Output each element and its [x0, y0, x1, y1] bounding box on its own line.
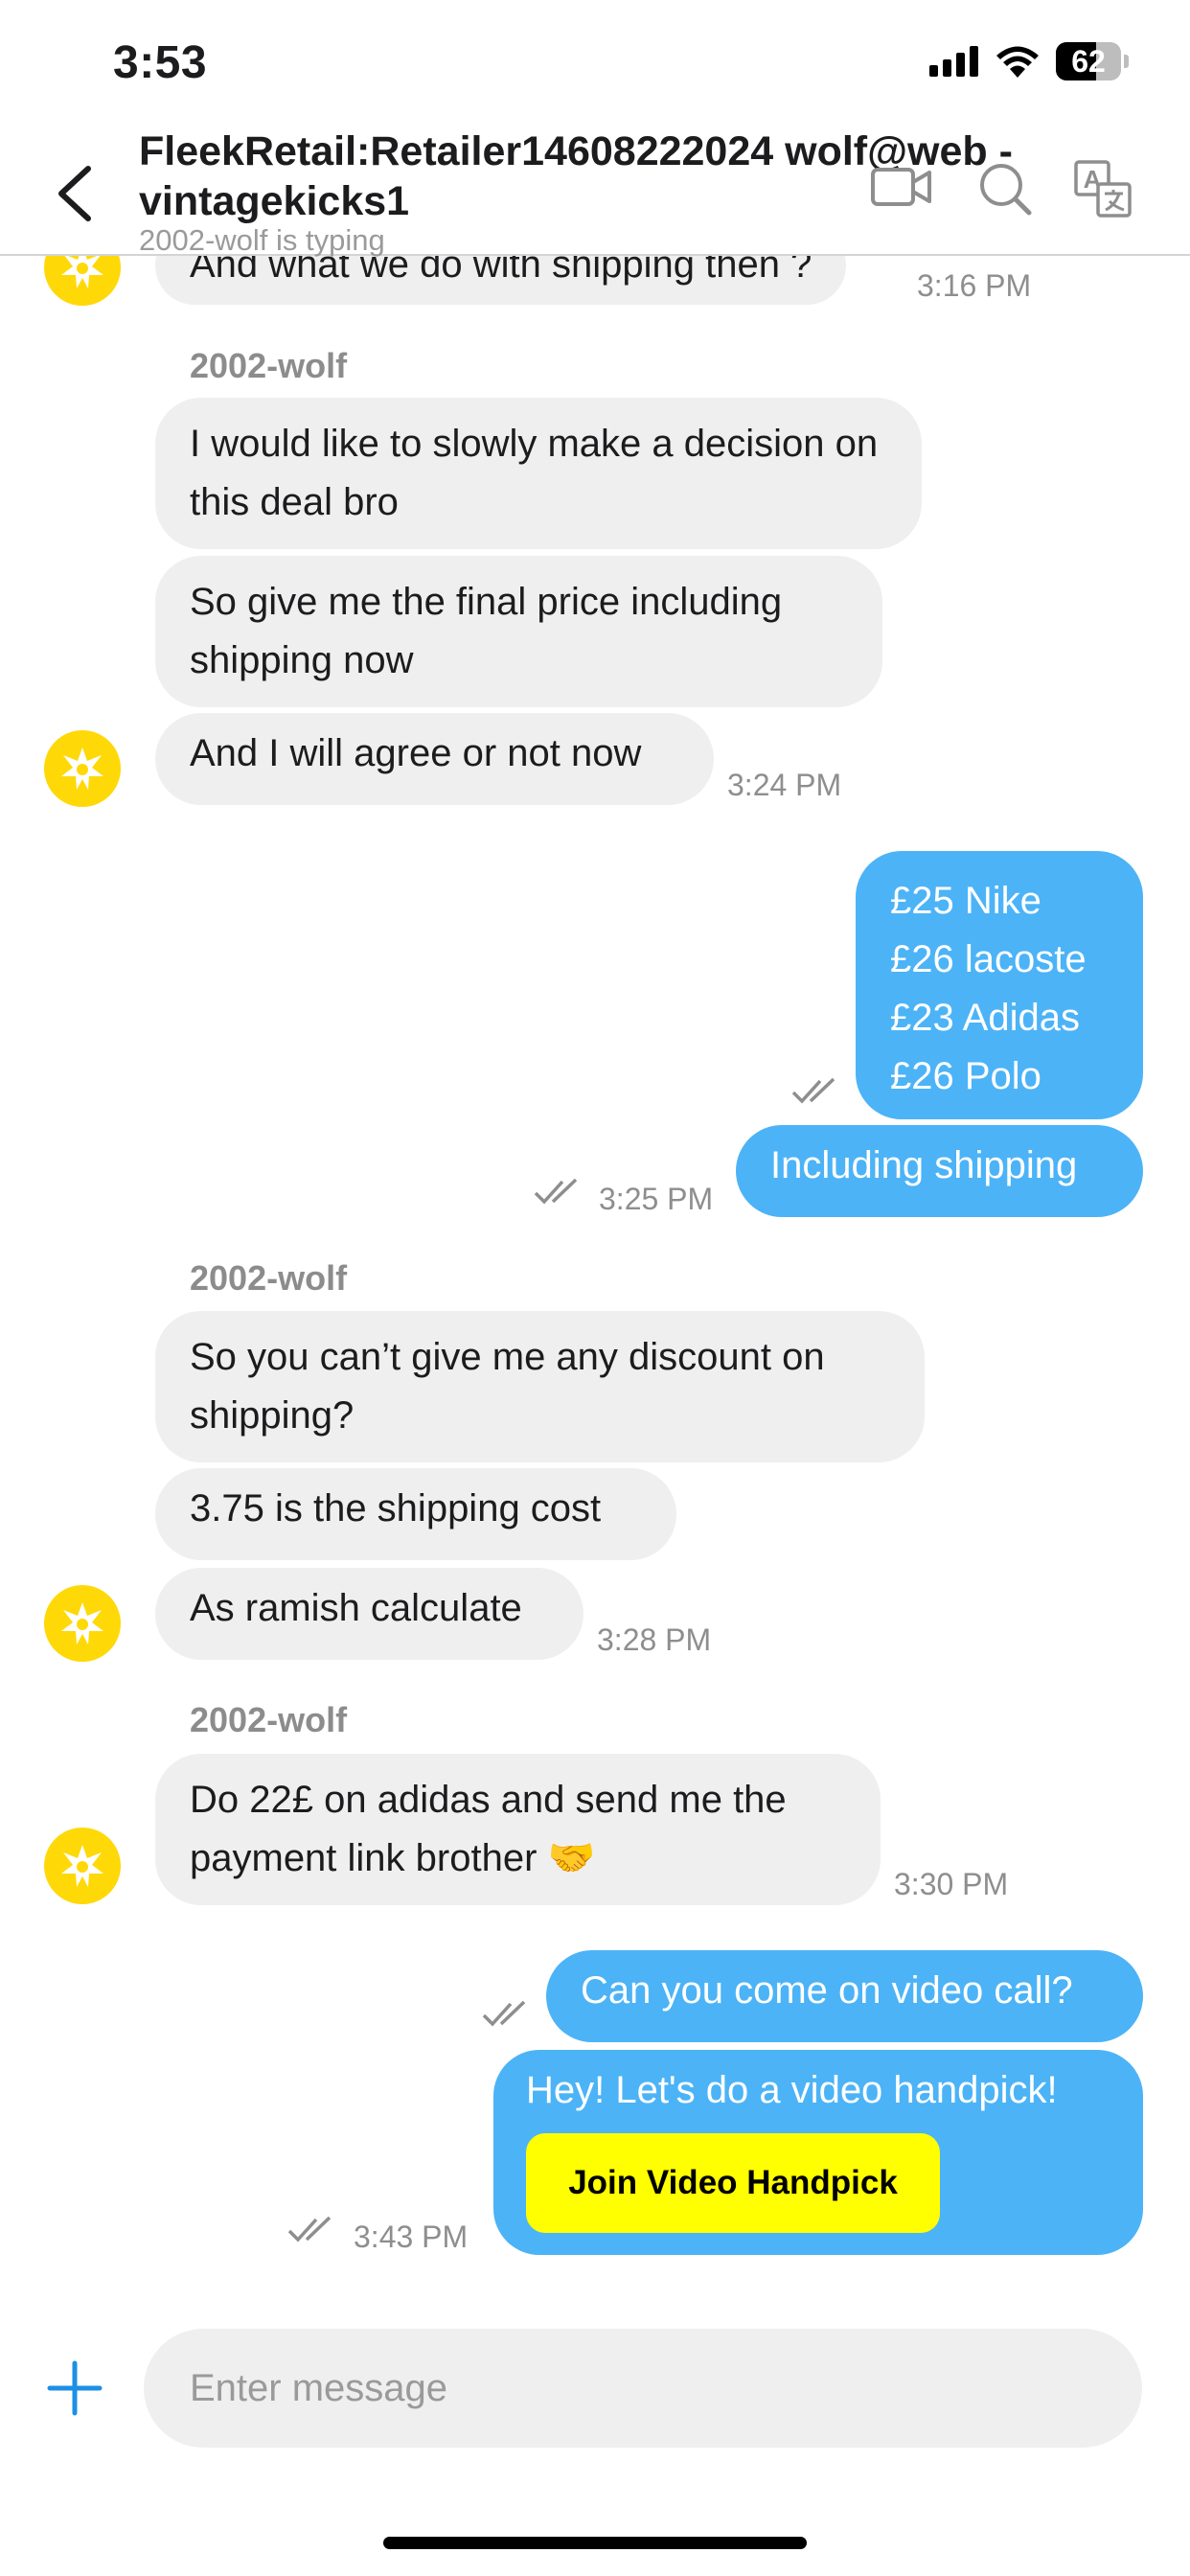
message-time: 3:43 PM	[354, 2220, 469, 2254]
message-time: 3:28 PM	[597, 1622, 712, 1657]
message-time: 3:16 PM	[917, 268, 1032, 303]
message-bubble[interactable]: Do 22£ on adidas and send me the payment…	[155, 1754, 881, 1905]
chat-header: FleekRetail:Retailer14608222024 wolf@web…	[0, 115, 1190, 257]
typing-indicator: 2002-wolf is typing	[139, 223, 385, 257]
message-bubble[interactable]: As ramish calculate	[155, 1568, 584, 1660]
seller-badge-icon	[61, 1845, 103, 1887]
avatar[interactable]	[44, 1828, 121, 1904]
translate-icon[interactable]: A	[1073, 159, 1133, 218]
avatar[interactable]	[44, 730, 121, 807]
read-ticks-icon	[791, 1077, 835, 1104]
seller-badge-icon	[61, 1602, 103, 1644]
sender-name: 2002-wolf	[190, 1258, 348, 1298]
message-bubble[interactable]: So you can’t give me any discount on shi…	[155, 1311, 925, 1462]
home-indicator[interactable]	[383, 2537, 807, 2549]
message-input[interactable]	[144, 2329, 1142, 2448]
video-handpick-card[interactable]: Hey! Let's do a video handpick! Join Vid…	[493, 2050, 1143, 2255]
message-list[interactable]: And what we do with shipping then ? 3:16…	[0, 0, 1190, 2576]
read-ticks-icon	[287, 2216, 332, 2242]
video-camera-icon[interactable]	[870, 165, 933, 209]
message-bubble-outgoing[interactable]: £25 Nike £26 lacoste £23 Adidas £26 Polo	[856, 851, 1143, 1119]
video-handpick-text: Hey! Let's do a video handpick!	[526, 2069, 1058, 2111]
message-bubble-outgoing[interactable]: Can you come on video call?	[546, 1950, 1143, 2042]
sender-name: 2002-wolf	[190, 1700, 348, 1739]
message-time: 3:30 PM	[894, 1867, 1009, 1901]
message-bubble[interactable]: I would like to slowly make a decision o…	[155, 398, 922, 549]
message-bubble-outgoing[interactable]: Including shipping	[736, 1125, 1143, 1217]
seller-badge-icon	[61, 748, 103, 790]
back-chevron-icon[interactable]	[54, 165, 96, 222]
search-icon[interactable]	[977, 161, 1033, 217]
message-time: 3:24 PM	[727, 768, 842, 802]
add-attachment-icon[interactable]	[46, 2359, 103, 2417]
message-bubble[interactable]: 3.75 is the shipping cost	[155, 1468, 676, 1560]
message-bubble[interactable]: And I will agree or not now	[155, 713, 714, 805]
join-video-handpick-button[interactable]: Join Video Handpick	[526, 2133, 940, 2233]
avatar[interactable]	[44, 1585, 121, 1662]
message-time: 3:25 PM	[599, 1182, 714, 1216]
read-ticks-icon	[534, 1178, 578, 1205]
sender-name: 2002-wolf	[190, 346, 348, 385]
read-ticks-icon	[482, 2000, 526, 2027]
message-bubble[interactable]: So give me the final price including shi…	[155, 556, 882, 707]
